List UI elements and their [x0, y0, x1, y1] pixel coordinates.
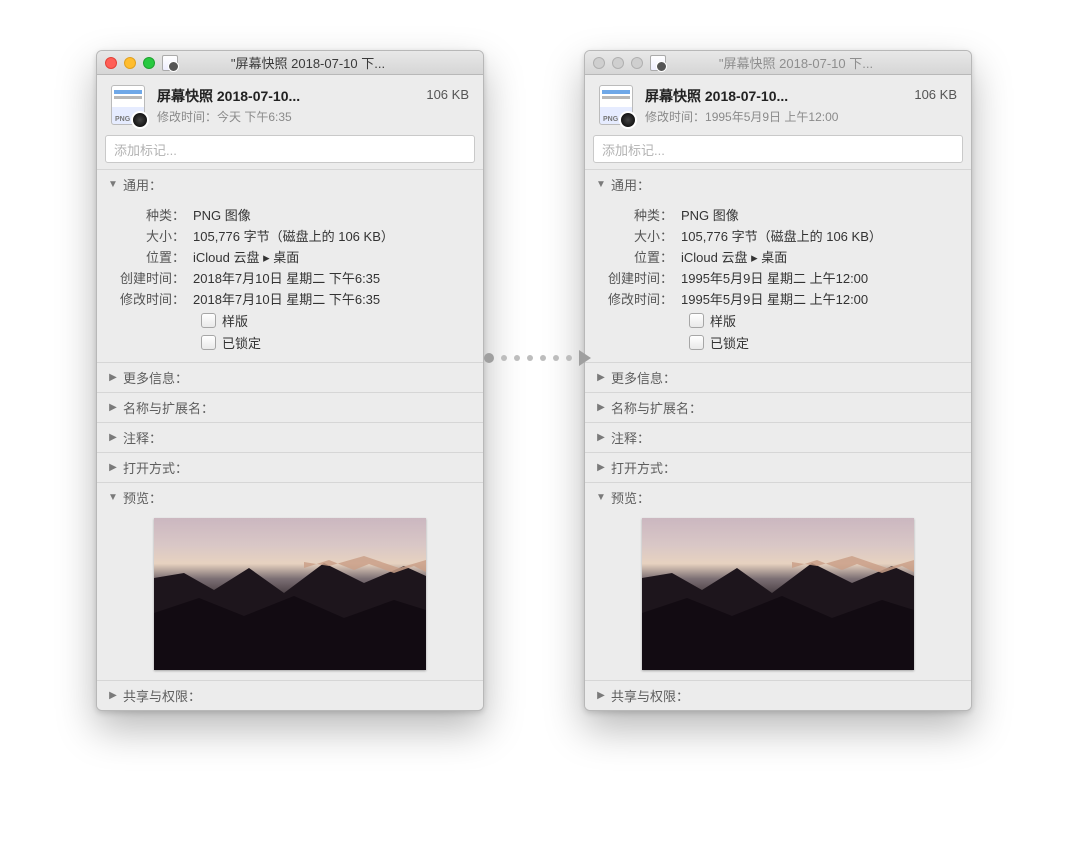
file-kind-icon: PNG	[111, 85, 145, 125]
preview-thumbnail[interactable]	[642, 518, 914, 670]
section-nameext[interactable]: ▶名称与扩展名：	[585, 392, 971, 422]
locked-checkbox[interactable]: 已锁定	[689, 333, 957, 352]
section-openwith[interactable]: ▶打开方式：	[97, 452, 483, 482]
section-sharing[interactable]: ▶共享与权限：	[585, 680, 971, 710]
tags-input[interactable]: 添加标记...	[593, 135, 963, 163]
disclosure-triangle-icon: ▶	[595, 690, 607, 701]
section-preview[interactable]: ▼预览：	[585, 482, 971, 512]
filesize: 106 KB	[914, 87, 957, 102]
preview-content	[585, 512, 971, 680]
disclosure-triangle-icon: ▶	[595, 462, 607, 473]
disclosure-triangle-icon: ▶	[595, 432, 607, 443]
preview-content	[97, 512, 483, 680]
disclosure-triangle-icon: ▶	[595, 402, 607, 413]
window-title: "屏幕快照 2018-07-10 下...	[141, 53, 475, 72]
tags-input[interactable]: 添加标记...	[105, 135, 475, 163]
disclosure-triangle-icon: ▼	[107, 179, 119, 190]
getinfo-window-left: "屏幕快照 2018-07-10 下... PNG 屏幕快照 2018-07-1…	[96, 50, 484, 711]
getinfo-window-right: "屏幕快照 2018-07-10 下... PNG 屏幕快照 2018-07-1…	[584, 50, 972, 711]
close-icon[interactable]	[105, 57, 117, 69]
titlebar[interactable]: "屏幕快照 2018-07-10 下...	[97, 51, 483, 75]
modified-short: 修改时间：今天 下午6:35	[157, 108, 414, 125]
section-moreinfo[interactable]: ▶更多信息：	[585, 362, 971, 392]
info-header: PNG 屏幕快照 2018-07-10... 修改时间：今天 下午6:35 10…	[97, 75, 483, 133]
disclosure-triangle-icon: ▶	[107, 690, 119, 701]
section-comments[interactable]: ▶注释：	[97, 422, 483, 452]
disclosure-triangle-icon: ▶	[107, 462, 119, 473]
section-general[interactable]: ▼ 通用：	[585, 169, 971, 199]
checkbox-icon	[201, 313, 216, 328]
preview-thumbnail[interactable]	[154, 518, 426, 670]
minimize-icon[interactable]	[612, 57, 624, 69]
modified-short: 修改时间：1995年5月9日 上午12:00	[645, 108, 902, 125]
section-nameext[interactable]: ▶名称与扩展名：	[97, 392, 483, 422]
checkbox-icon	[201, 335, 216, 350]
general-content: 种类：PNG 图像 大小：105,776 字节（磁盘上的 106 KB） 位置：…	[585, 199, 971, 362]
minimize-icon[interactable]	[124, 57, 136, 69]
general-content: 种类：PNG 图像 大小：105,776 字节（磁盘上的 106 KB） 位置：…	[97, 199, 483, 362]
disclosure-triangle-icon: ▶	[595, 372, 607, 383]
stationery-checkbox[interactable]: 样版	[201, 311, 469, 330]
disclosure-triangle-icon: ▼	[595, 179, 607, 190]
filename: 屏幕快照 2018-07-10...	[645, 86, 902, 106]
disclosure-triangle-icon: ▶	[107, 402, 119, 413]
file-kind-icon: PNG	[599, 85, 633, 125]
section-comments[interactable]: ▶注释：	[585, 422, 971, 452]
close-icon[interactable]	[593, 57, 605, 69]
section-moreinfo[interactable]: ▶更多信息：	[97, 362, 483, 392]
window-title: "屏幕快照 2018-07-10 下...	[629, 53, 963, 72]
section-openwith[interactable]: ▶打开方式：	[585, 452, 971, 482]
stationery-checkbox[interactable]: 样版	[689, 311, 957, 330]
section-preview[interactable]: ▼预览：	[97, 482, 483, 512]
file-proxy-icon[interactable]	[650, 55, 666, 71]
disclosure-triangle-icon: ▶	[107, 372, 119, 383]
filesize: 106 KB	[426, 87, 469, 102]
disclosure-triangle-icon: ▼	[107, 492, 119, 503]
disclosure-triangle-icon: ▶	[107, 432, 119, 443]
checkbox-icon	[689, 313, 704, 328]
locked-checkbox[interactable]: 已锁定	[201, 333, 469, 352]
checkbox-icon	[689, 335, 704, 350]
info-header: PNG 屏幕快照 2018-07-10... 修改时间：1995年5月9日 上午…	[585, 75, 971, 133]
filename: 屏幕快照 2018-07-10...	[157, 86, 414, 106]
disclosure-triangle-icon: ▼	[595, 492, 607, 503]
titlebar[interactable]: "屏幕快照 2018-07-10 下...	[585, 51, 971, 75]
section-general[interactable]: ▼ 通用：	[97, 169, 483, 199]
file-proxy-icon[interactable]	[162, 55, 178, 71]
section-sharing[interactable]: ▶共享与权限：	[97, 680, 483, 710]
comparison-arrow-icon	[484, 348, 592, 368]
